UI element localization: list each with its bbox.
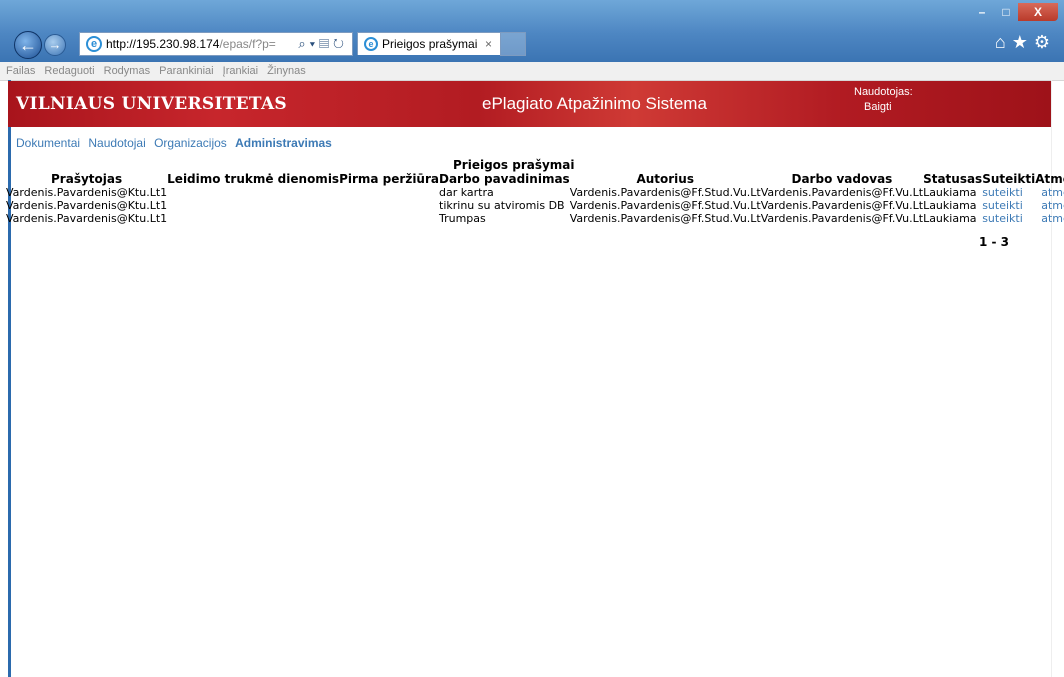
access-requests-table: Prašytojas Leidimo trukmė dienomis Pirma… <box>6 172 1064 225</box>
browser-tab[interactable]: e Prieigos prašymai × <box>357 32 501 55</box>
gear-icon[interactable]: ⚙ <box>1034 32 1056 52</box>
cell-first-view <box>339 212 439 225</box>
favorites-star-icon[interactable]: ★ <box>1012 32 1034 52</box>
table-header-row: Prašytojas Leidimo trukmė dienomis Pirma… <box>6 172 1064 186</box>
tab-title: Prieigos prašymai <box>382 37 478 51</box>
cell-author: Vardenis.Pavardenis@Ff.Stud.Vu.Lt <box>569 212 761 225</box>
cell-requester: Vardenis.Pavardenis@Ktu.Lt1 <box>6 199 168 212</box>
forward-arrow-icon[interactable]: → <box>44 34 66 56</box>
grant-link[interactable]: suteikti <box>982 212 1035 225</box>
cell-duration <box>167 212 339 225</box>
nav-item-documents[interactable]: Dokumentai <box>16 136 80 150</box>
address-bar[interactable]: e http://195.230.98.174/epas/f?p= ⌕▾▤↻ <box>79 32 353 56</box>
cell-requester: Vardenis.Pavardenis@Ktu.Lt1 <box>6 212 168 225</box>
cell-duration <box>167 199 339 212</box>
table-caption: Prieigos prašymai <box>453 158 575 172</box>
system-title: ePlagiato Atpažinimo Sistema <box>482 94 707 113</box>
page-left-border <box>8 80 11 677</box>
reject-link[interactable]: atmesti <box>1035 212 1064 225</box>
col-header-first-view: Pirma peržiūra <box>339 172 439 186</box>
main-nav: Dokumentai Naudotojai Organizacijos Admi… <box>16 136 337 150</box>
col-header-title: Darbo pavadinimas <box>439 172 570 186</box>
col-header-supervisor: Darbo vadovas <box>791 172 893 186</box>
minimize-icon[interactable]: – <box>970 3 994 21</box>
reject-link[interactable]: atmesti <box>1035 186 1064 199</box>
back-arrow-icon[interactable]: ← <box>14 31 42 59</box>
table-row: Vardenis.Pavardenis@Ktu.Lt1 tikrinu su a… <box>6 199 1064 212</box>
cell-title: tikrinu su atviromis DB <box>439 199 565 212</box>
pagination-range: 1 - 3 <box>979 235 1010 249</box>
reject-link[interactable]: atmesti <box>1035 199 1064 212</box>
maximize-icon[interactable]: □ <box>994 3 1018 21</box>
home-icon[interactable]: ⌂ <box>995 32 1012 52</box>
menu-bar: Failas Redaguoti Rodymas Parankiniai Įra… <box>0 62 1064 81</box>
grant-link[interactable]: suteikti <box>982 199 1035 212</box>
menu-item-edit[interactable]: Redaguoti <box>44 65 94 77</box>
toolbar-icons: ⌂★⚙ <box>995 32 1056 53</box>
table-row: Vardenis.Pavardenis@Ktu.Lt1 dar kartra V… <box>6 186 1064 199</box>
cell-status: Laukiama <box>923 199 977 212</box>
nav-item-administration[interactable]: Administravimas <box>235 136 332 150</box>
close-icon[interactable]: X <box>1018 3 1058 21</box>
nav-item-organizations[interactable]: Organizacijos <box>154 136 227 150</box>
new-tab-button[interactable] <box>500 32 526 56</box>
cell-first-view <box>339 199 439 212</box>
cell-supervisor: Vardenis.Pavardenis@Ff.Vu.Lt <box>760 199 924 212</box>
cell-status: Laukiama <box>923 186 977 199</box>
col-header-grant: Suteikti <box>982 172 1036 186</box>
cell-first-view <box>339 186 439 199</box>
col-header-duration: Leidimo trukmė dienomis <box>167 172 340 186</box>
university-logo-text: VILNIAUS UNIVERSITETAS <box>16 94 288 114</box>
menu-item-view[interactable]: Rodymas <box>104 65 150 77</box>
cell-title: Trumpas <box>439 212 486 225</box>
browser-chrome: – □ X ← → e http://195.230.98.174/epas/f?… <box>0 0 1064 62</box>
nav-item-users[interactable]: Naudotojai <box>88 136 145 150</box>
menu-item-help[interactable]: Žinynas <box>267 65 306 77</box>
url-host: http://195.230.98.174 <box>106 37 220 51</box>
ie-logo-icon: e <box>364 37 378 51</box>
menu-item-file[interactable]: Failas <box>6 65 35 77</box>
col-header-requester: Prašytojas <box>51 172 123 186</box>
address-tools-icon[interactable]: ⌕▾▤↻ <box>298 33 348 55</box>
cell-author: Vardenis.Pavardenis@Ff.Stud.Vu.Lt <box>569 199 761 212</box>
menu-item-favorites[interactable]: Parankiniai <box>159 65 213 77</box>
grant-link[interactable]: suteikti <box>982 186 1035 199</box>
tab-close-icon[interactable]: × <box>485 33 492 55</box>
cell-duration <box>167 186 339 199</box>
cell-title: dar kartra <box>439 186 494 199</box>
cell-author: Vardenis.Pavardenis@Ff.Stud.Vu.Lt <box>569 186 761 199</box>
window-controls: – □ X <box>970 3 1058 21</box>
table-row: Vardenis.Pavardenis@Ktu.Lt1 Trumpas Vard… <box>6 212 1064 225</box>
logout-link[interactable]: Baigti <box>864 101 892 113</box>
url-path: /epas/f?p= <box>219 37 276 51</box>
page-right-border <box>1051 80 1052 677</box>
cell-supervisor: Vardenis.Pavardenis@Ff.Vu.Lt <box>760 186 924 199</box>
menu-item-tools[interactable]: Įrankiai <box>223 65 258 77</box>
site-banner: VILNIAUS UNIVERSITETAS ePlagiato Atpažin… <box>8 81 1051 127</box>
ie-logo-icon: e <box>86 36 102 52</box>
user-label: Naudotojas: <box>854 86 913 98</box>
cell-status: Laukiama <box>923 212 977 225</box>
cell-supervisor: Vardenis.Pavardenis@Ff.Vu.Lt <box>760 212 924 225</box>
col-header-reject: Atmesti <box>1035 172 1064 186</box>
col-header-author: Autorius <box>636 172 694 186</box>
cell-requester: Vardenis.Pavardenis@Ktu.Lt1 <box>6 186 168 199</box>
col-header-status: Statusas <box>923 172 983 186</box>
